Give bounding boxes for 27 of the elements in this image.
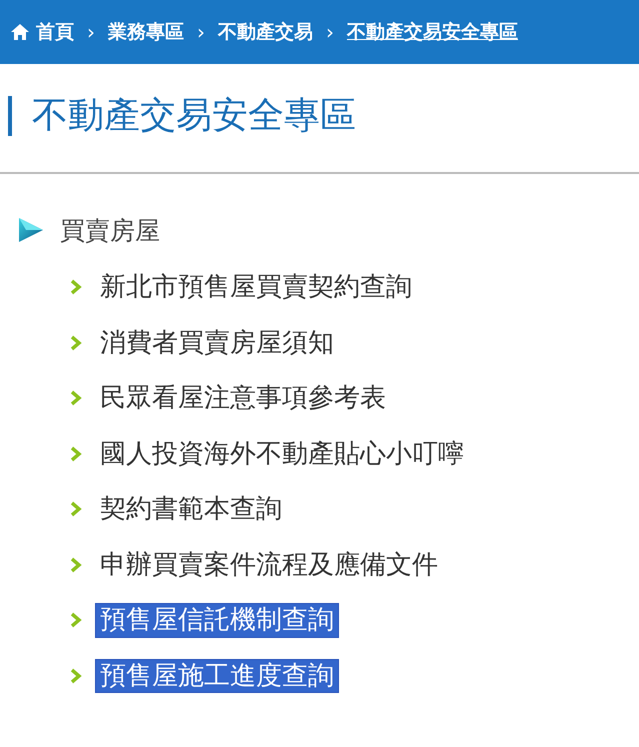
chevron-icon [70, 556, 82, 573]
chevron-icon [70, 612, 82, 628]
breadcrumb-separator: › [326, 19, 334, 46]
breadcrumb-link[interactable]: 不動產交易安全專區 [347, 18, 518, 46]
list-link[interactable]: 申辦買賣案件流程及應備文件 [96, 548, 442, 582]
home-icon [10, 23, 30, 41]
list-link[interactable]: 預售屋信託機制查詢 [96, 604, 338, 637]
breadcrumb-separator: › [197, 19, 205, 46]
list-link[interactable]: 預售屋施工進度查詢 [96, 660, 338, 692]
chevron-icon [70, 334, 82, 351]
breadcrumb-link[interactable]: 不動產交易 [218, 18, 313, 46]
chevron-icon [70, 501, 82, 518]
list-link[interactable]: 國人投資海外不動產貼心小叮嚀 [96, 438, 468, 470]
chevron-icon [70, 279, 82, 296]
triangle-icon [18, 217, 44, 244]
chevron-icon [70, 668, 82, 684]
list-link[interactable]: 新北市預售屋買賣契約查詢 [96, 271, 416, 304]
breadcrumb-link[interactable]: 業務專區 [108, 18, 184, 46]
breadcrumb-link[interactable]: 首頁 [36, 18, 74, 46]
breadcrumb-separator: › [87, 19, 95, 46]
page-title: 不動產交易安全專區 [8, 96, 639, 136]
chevron-icon [70, 390, 82, 406]
list-link[interactable]: 契約書範本查詢 [96, 493, 286, 526]
list-link[interactable]: 民眾看屋注意事項參考表 [96, 382, 390, 415]
list-link[interactable]: 消費者買賣房屋須知 [96, 326, 338, 360]
section-heading: 買賣房屋 [60, 214, 160, 247]
chevron-icon [70, 446, 82, 462]
